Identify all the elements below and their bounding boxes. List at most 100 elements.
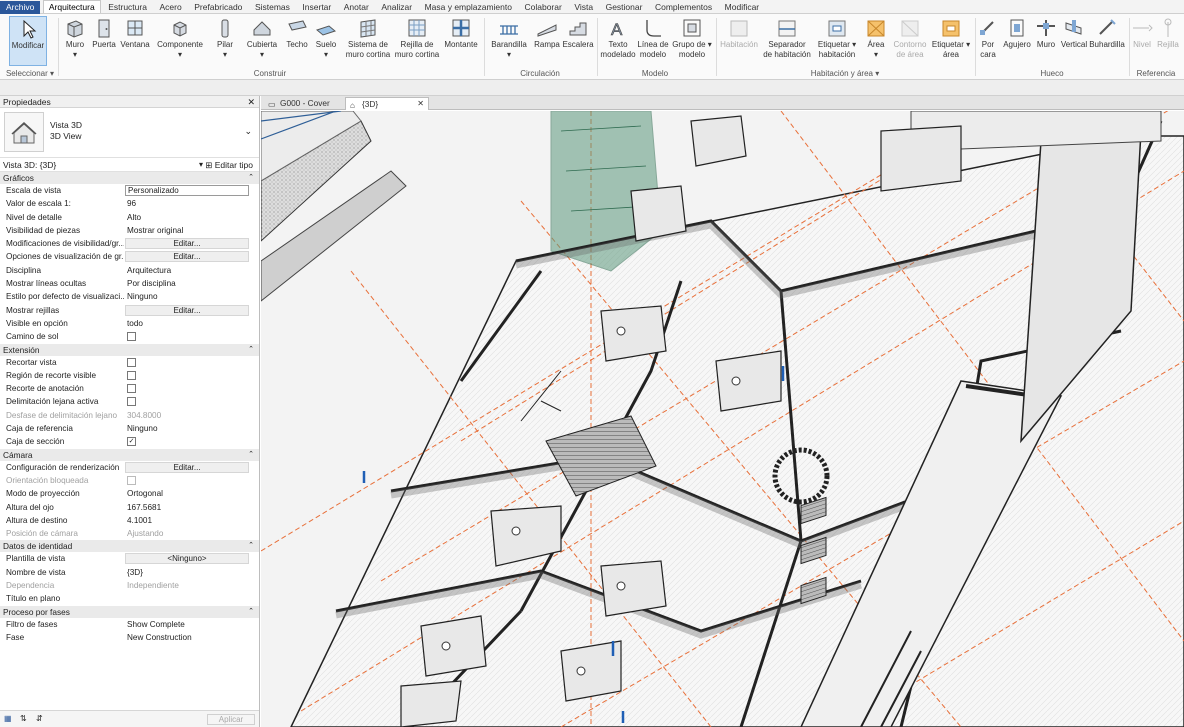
roof-button[interactable]: Cubierta ▾ [244,16,280,66]
wall-opening-button[interactable]: Muro [1034,16,1058,66]
curtain-grid-button[interactable]: Rejilla de muro cortina [393,16,441,66]
apply-button[interactable]: Aplicar [207,714,255,725]
tab-cover-sheet[interactable]: ▭ G000 - Cover [264,97,344,110]
menu-tab-systems[interactable]: Sistemas [250,1,295,14]
property-checkbox[interactable] [127,397,136,407]
curtain-system-button[interactable]: Sistema de muro cortina [344,16,392,66]
room-separator-button[interactable]: Separador de habitación [760,16,814,66]
menu-tab-massing[interactable]: Masa y emplazamiento [420,1,517,14]
edit-type-button[interactable]: ⊞ Editar tipo [205,158,253,172]
model-panel-label: Modelo [641,69,669,78]
menu-tab-structure[interactable]: Estructura [103,1,152,14]
menu-tab-view[interactable]: Vista [569,1,598,14]
chevron-down-icon[interactable]: ▾ [199,158,203,172]
menu-tab-analyze[interactable]: Analizar [376,1,417,14]
component-button[interactable]: Componente ▾ [155,16,205,66]
grid-button[interactable]: Rejilla [1155,16,1181,66]
vertical-opening-button[interactable]: Vertical [1060,16,1088,66]
menu-tab-annotate[interactable]: Anotar [339,1,374,14]
section-header[interactable]: Gráficos ⌃ [0,172,259,184]
ramp-button[interactable]: Rampa [532,16,562,66]
collapse-icon[interactable]: ⌃ [248,344,254,356]
edit-button[interactable]: Editar... [125,461,249,473]
section-header[interactable]: Proceso por fases ⌃ [0,605,259,618]
railing-button[interactable]: Barandilla ▾ [490,16,528,66]
menu-tab-collaborate[interactable]: Colaborar [519,1,566,14]
property-checkbox[interactable] [127,384,136,394]
menu-tab-manage[interactable]: Gestionar [601,1,648,14]
area-boundary-button[interactable]: Contorno de área [892,16,928,66]
property-value[interactable]: todo [127,317,249,330]
mullion-button[interactable]: Montante [443,16,479,66]
property-value[interactable]: Alto [127,211,249,224]
column-button[interactable]: Pilar ▾ [212,16,238,66]
menu-tab-insert[interactable]: Insertar [297,1,336,14]
edit-button[interactable]: Editar... [125,238,249,250]
floor-button[interactable]: Suelo ▾ [312,16,340,66]
property-checkbox[interactable] [127,357,136,367]
edit-button[interactable]: <Ninguno> [125,553,249,565]
menu-tab-precast[interactable]: Prefabricado [189,1,247,14]
section-header[interactable]: Extensión ⌃ [0,343,259,356]
model-text-button[interactable]: A Texto modelado [599,16,637,66]
3d-viewport[interactable] [261,111,1184,727]
property-value[interactable]: 167.5681 [127,501,249,514]
model-group-button[interactable]: Grupo de ▾ modelo [672,16,712,66]
dormer-button[interactable]: Buhardilla [1089,16,1125,66]
tab-3d-view[interactable]: ⌂ {3D} ✕ [345,97,429,110]
property-value[interactable]: {3D} [127,566,249,579]
level-button[interactable]: Nivel [1131,16,1153,66]
collapse-icon[interactable]: ⌃ [248,449,254,461]
chevron-down-icon[interactable]: ⌄ [244,126,252,137]
property-value[interactable]: Ortogonal [127,487,249,500]
circulation-panel-label: Circulación [520,69,560,78]
by-face-button[interactable]: Por cara [977,16,999,66]
property-value[interactable]: Ninguno [127,290,249,303]
property-checkbox[interactable] [127,332,136,342]
menu-tab-modify[interactable]: Modificar [720,1,764,14]
ceiling-button[interactable]: Techo [284,16,310,66]
property-value[interactable]: 96 [127,197,249,210]
shaft-button[interactable]: Agujero [1001,16,1033,66]
stair-button[interactable]: Escalera [562,16,594,66]
menu-tab-addins[interactable]: Complementos [650,1,717,14]
edit-button[interactable]: Editar... [125,251,249,263]
close-icon[interactable]: ✕ [247,96,255,108]
property-value[interactable]: Mostrar original [127,224,249,237]
menu-tab-architecture[interactable]: Arquitectura [42,0,101,13]
property-input[interactable]: Personalizado [125,185,249,196]
property-value[interactable]: 4.1001 [127,514,249,527]
menu-tab-steel[interactable]: Acero [154,1,186,14]
window-button[interactable]: Ventana [119,16,151,66]
property-value[interactable]: New Construction [127,631,249,644]
edit-button[interactable]: Editar... [125,304,249,316]
property-value[interactable]: Ninguno [127,422,249,435]
close-tab-icon[interactable]: ✕ [417,98,424,110]
collapse-icon[interactable]: ⌃ [248,172,254,184]
room-button[interactable]: Habitación [718,16,760,66]
instance-selector[interactable]: Vista 3D: {3D} ▾ ⊞ Editar tipo [0,158,259,172]
area-button[interactable]: Área ▾ [862,16,890,66]
collapse-icon[interactable]: ⌃ [248,540,254,552]
property-value[interactable]: Arquitectura [127,264,249,277]
room-area-panel-label[interactable]: Habitación y área ▾ [760,68,930,79]
type-selector[interactable]: Vista 3D 3D View ⌄ [0,108,259,158]
sort-asc-icon[interactable]: ⇅ [20,714,27,723]
model-line-button[interactable]: Línea de modelo [637,16,669,66]
door-button[interactable]: Puerta [91,16,117,66]
property-checkbox[interactable] [127,370,136,380]
section-header[interactable]: Cámara ⌃ [0,448,259,461]
menu-tab-file[interactable]: Archivo [0,1,41,14]
collapse-icon[interactable]: ⌃ [248,606,254,618]
property-value[interactable]: Show Complete [127,618,249,631]
tag-room-button[interactable]: Etiquetar ▾ habitación [815,16,859,66]
tag-area-button[interactable]: Etiquetar ▾ área [930,16,972,66]
section-header[interactable]: Datos de identidad ⌃ [0,540,259,553]
sort-desc-icon[interactable]: ⇵ [36,714,43,723]
property-checkbox[interactable]: ✓ [127,437,136,447]
property-value[interactable]: Por disciplina [127,277,249,290]
select-panel-label[interactable]: Seleccionar ▾ [2,68,58,79]
modify-button[interactable]: Modificar [9,16,47,66]
wall-button[interactable]: Muro ▾ [61,16,89,66]
sort-icon[interactable]: ▦ [4,714,12,723]
